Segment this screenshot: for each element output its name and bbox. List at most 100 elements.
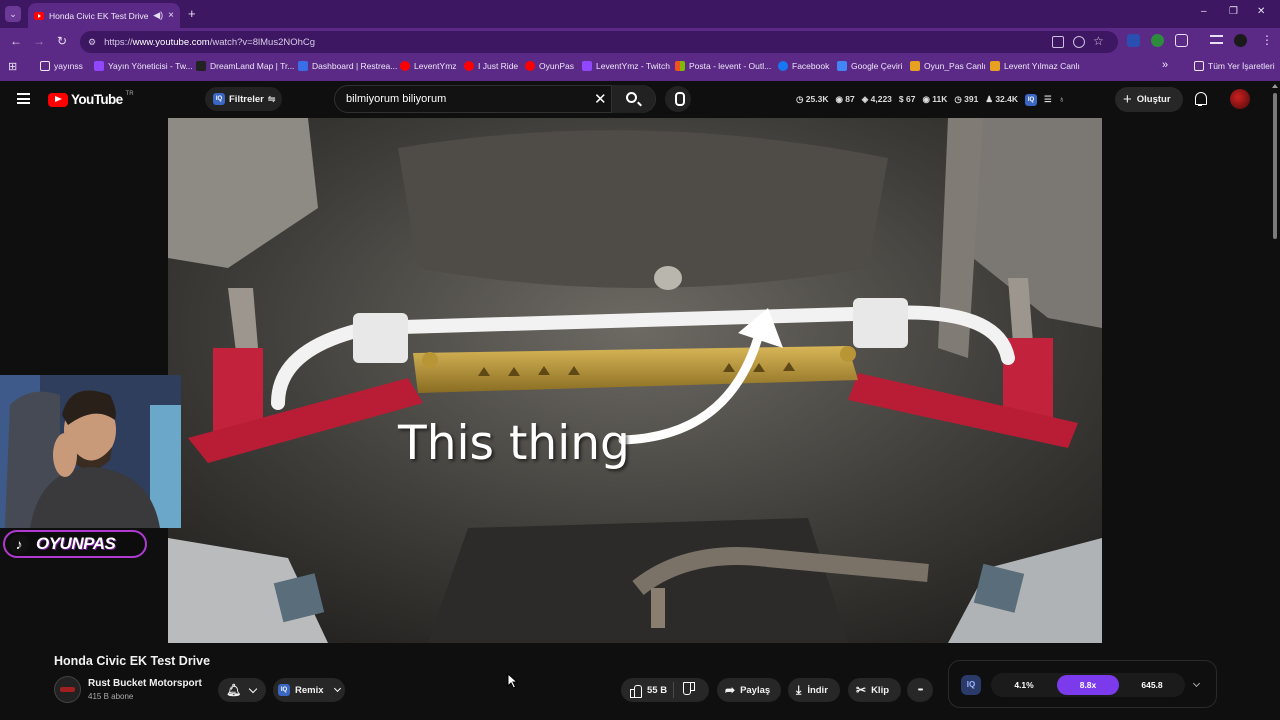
bookmarks-overflow-button[interactable]: » [1162, 59, 1168, 71]
profile-avatar-icon[interactable] [1234, 34, 1247, 47]
youtube-header: YouTube TR IQ Filtreler ⇋ bilmiyorum bil… [0, 81, 1280, 118]
apps-grid-icon[interactable]: ⊞ [8, 60, 17, 73]
tab-title: Honda Civic EK Test Drive - [49, 10, 149, 21]
cast-icon[interactable] [1052, 36, 1064, 48]
channel-avatar[interactable] [54, 676, 81, 703]
clear-search-icon[interactable]: ✕ [594, 90, 607, 108]
microphone-icon[interactable] [665, 86, 691, 112]
folder-icon [1194, 61, 1204, 71]
window-close-button[interactable]: ✕ [1257, 6, 1265, 17]
subscribe-bell-button[interactable]: 🔔︎ [218, 678, 266, 702]
iq-segment[interactable]: 4.1% [993, 675, 1055, 695]
tab-search-button[interactable]: ⌄ [5, 6, 21, 22]
like-button[interactable] [629, 684, 642, 698]
stat-views: ◷ 25.3K [796, 94, 829, 104]
scrollbar-thumb[interactable] [1273, 93, 1277, 239]
forward-arrow-icon[interactable]: → [33, 34, 45, 48]
eye-off-icon[interactable] [1073, 36, 1085, 48]
youtube-logo[interactable]: YouTube TR [48, 91, 134, 107]
iq-segment-active[interactable]: 8.8x [1057, 675, 1119, 695]
bookmark-item[interactable]: I Just Ride [464, 61, 518, 71]
notifications-bell-icon[interactable] [1193, 92, 1207, 106]
plus-icon: + [1123, 91, 1132, 108]
folder-icon [40, 61, 50, 71]
browser-chrome: ⌄ Honda Civic EK Test Drive - ◀) × + – ❐… [0, 0, 1280, 81]
browser-menu-icon[interactable]: ⋮ [1261, 33, 1273, 47]
back-arrow-icon[interactable]: ← [10, 34, 22, 48]
iq-extension-icon[interactable]: IQ [1025, 94, 1038, 106]
chevron-down-icon [333, 684, 341, 693]
tab-youtube[interactable]: Honda Civic EK Test Drive - ◀) × [28, 3, 180, 28]
bookmark-item[interactable]: DreamLand Map | Tr... [196, 61, 294, 71]
navigation-bar: ← → ↻ ⚙ https://www.youtube.com/watch?v=… [0, 28, 1280, 56]
reload-icon[interactable]: ↻ [57, 34, 67, 48]
divider [673, 682, 675, 698]
bookmark-item[interactable]: Dashboard | Restrea... [298, 61, 397, 71]
search-button[interactable] [611, 85, 655, 113]
extensions-puzzle-icon[interactable] [1175, 34, 1188, 47]
dislike-button[interactable] [684, 684, 696, 696]
youtube-play-icon [48, 92, 68, 107]
clip-button[interactable]: ✂ Klip [848, 678, 901, 702]
all-bookmarks-button[interactable]: Tüm Yer İşaretleri [1194, 61, 1275, 71]
like-count[interactable]: 55 B [647, 685, 667, 696]
search-icon [626, 92, 637, 103]
chart-icon [990, 61, 1000, 71]
scroll-up-icon[interactable] [1272, 84, 1278, 88]
list-icon[interactable]: ☰ [1044, 94, 1052, 106]
bookmark-item[interactable]: LeventYmz [400, 61, 457, 71]
media-control-icon[interactable] [1210, 35, 1223, 44]
tiktok-badge: ♪ OYUNPAS [3, 530, 147, 558]
channel-name[interactable]: Rust Bucket Motorsport [88, 678, 202, 689]
bookmark-star-icon[interactable]: ☆ [1093, 34, 1104, 48]
bookmark-item[interactable]: Posta - levent - Outl... [675, 61, 771, 71]
bookmark-item[interactable]: Google Çeviri [837, 61, 903, 71]
address-bar[interactable]: ⚙ https://www.youtube.com/watch?v=8lMus2… [80, 31, 1118, 53]
outlook-icon [675, 61, 685, 71]
like-dislike-group: 55 B [621, 678, 709, 702]
facebook-icon [778, 61, 788, 71]
bookmark-item[interactable]: OyunPas [525, 61, 574, 71]
bookmark-item[interactable]: Yayın Yöneticisi - Tw... [94, 61, 193, 71]
page-scrollbar[interactable] [1270, 81, 1280, 720]
bulb-icon[interactable]: ♁ [1059, 94, 1065, 106]
extension-iq-icon[interactable] [1127, 34, 1140, 47]
restore-button[interactable]: ❐ [1229, 6, 1238, 17]
sliders-icon: ⇋ [267, 93, 276, 104]
iq-extension-icon: IQ [213, 93, 225, 105]
video-title: Honda Civic EK Test Drive [54, 654, 211, 668]
tab-close-button[interactable]: × [168, 10, 174, 21]
stat-time: ◷ 391 [954, 94, 979, 104]
twitch-icon [94, 61, 104, 71]
minimize-button[interactable]: – [1201, 6, 1207, 17]
mouse-cursor-icon [507, 673, 519, 689]
more-actions-button[interactable]: ••• [907, 678, 933, 702]
extension-green-icon[interactable] [1151, 34, 1164, 47]
search-input[interactable]: bilmiyorum biliyorum ✕ [334, 85, 656, 113]
create-button[interactable]: + Oluştur [1115, 87, 1183, 112]
new-tab-button[interactable]: + [188, 6, 196, 21]
bookmark-item[interactable]: Facebook [778, 61, 829, 71]
scissors-icon: ✂ [856, 683, 867, 697]
google-translate-icon [837, 61, 847, 71]
iq-segment[interactable]: 645.8 [1121, 675, 1183, 695]
chevron-down-icon[interactable] [1192, 679, 1201, 688]
account-avatar[interactable] [1230, 89, 1250, 109]
chevron-down-icon [248, 684, 258, 693]
download-button[interactable]: ⤓ İndir [788, 678, 840, 702]
remix-button[interactable]: IQ Remix [273, 678, 345, 702]
bookmark-item[interactable]: LeventYmz - Twitch [582, 61, 670, 71]
speaker-icon[interactable]: ◀) [153, 10, 163, 21]
video-player[interactable]: This thing [168, 118, 1102, 643]
stat-eyes: ◈ 4,223 [861, 94, 892, 104]
bookmark-item[interactable]: Oyun_Pas Canlı [910, 61, 986, 71]
bookmark-item[interactable]: yayınss [40, 61, 83, 71]
bookmark-item[interactable]: Levent Yılmaz Canlı [990, 61, 1080, 71]
twitch-icon [582, 61, 592, 71]
site-info-icon[interactable]: ⚙ [88, 37, 96, 48]
filters-button[interactable]: IQ Filtreler ⇋ [205, 87, 282, 111]
youtube-icon [400, 61, 410, 71]
dreamland-icon [196, 61, 206, 71]
share-button[interactable]: ➦ Paylaş [717, 678, 781, 702]
menu-hamburger-icon[interactable] [17, 93, 30, 104]
